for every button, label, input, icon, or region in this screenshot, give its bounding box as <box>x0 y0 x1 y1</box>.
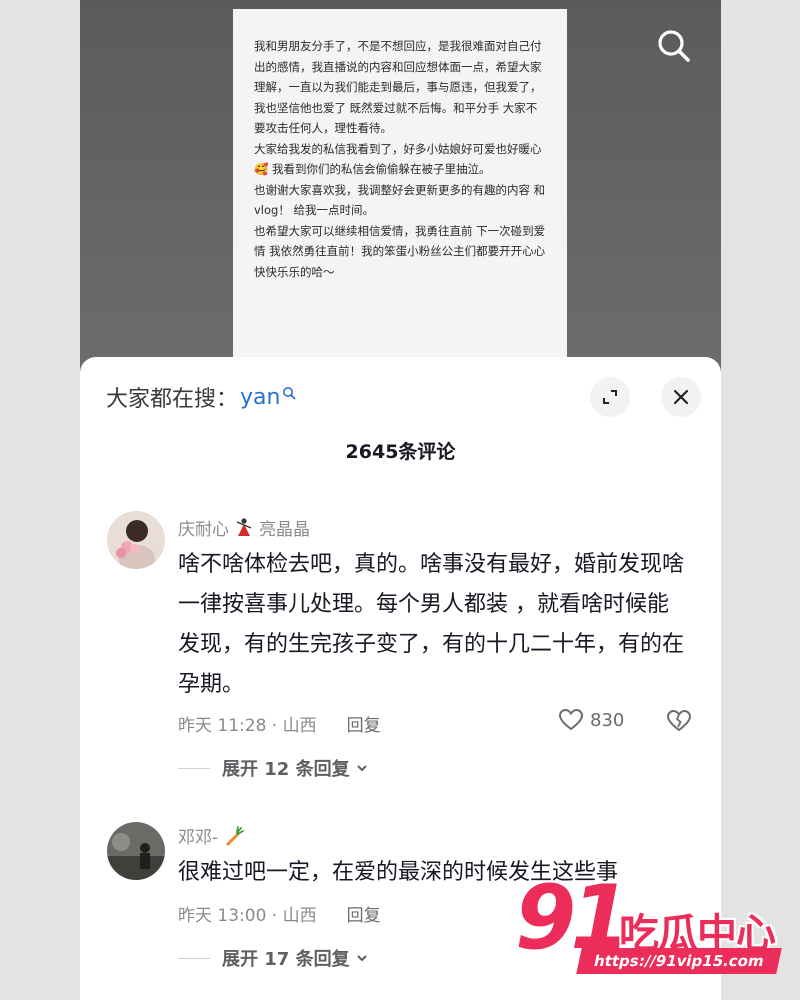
chevron-down-icon <box>356 765 367 772</box>
comment-username[interactable]: 庆耐心 亮晶晶 <box>178 515 310 540</box>
expand-replies-label: 展开 12 条回复 <box>222 759 350 780</box>
trending-search-keyword[interactable]: yan <box>240 385 280 410</box>
comment-time-location: 昨天 11:28 · 山西 <box>178 716 317 736</box>
heart-icon <box>558 708 584 731</box>
close-sheet-button[interactable] <box>661 377 701 417</box>
comment-meta: 昨天 11:28 · 山西 回复 <box>178 711 381 736</box>
comment-count: 2645条评论 <box>345 441 456 463</box>
search-icon <box>658 30 690 62</box>
expand-icon <box>603 390 617 404</box>
trending-search-prefix: 大家都在搜： <box>106 387 239 412</box>
note-paragraph-3: 也谢谢大家喜欢我，我调整好会更新更多的有趣的内容 和vlog！ 给我一点时间。 <box>254 182 546 218</box>
username-text: 庆耐心 <box>178 520 229 540</box>
watermark-url: https://91vip15.com <box>576 948 782 974</box>
dancer-emoji-icon <box>236 517 252 536</box>
close-icon <box>673 389 689 405</box>
note-paragraph-4: 也希望大家可以继续相信爱情，我勇往直前 下一次碰到爱情 我依然勇往直前！我的笨蛋… <box>254 223 546 279</box>
divider-line <box>178 767 210 769</box>
avatar[interactable] <box>107 511 165 569</box>
comment-meta: 昨天 13:00 · 山西 回复 <box>178 901 381 926</box>
avatar[interactable] <box>107 822 165 880</box>
chevron-down-icon <box>356 955 367 962</box>
like-count: 830 <box>590 709 625 731</box>
trending-search-bar[interactable]: 大家都在搜： yan <box>106 381 296 413</box>
reply-button[interactable]: 回复 <box>347 901 381 926</box>
expand-sheet-button[interactable] <box>590 377 630 417</box>
comment-time-location: 昨天 13:00 · 山西 <box>178 906 317 926</box>
comment-username[interactable]: 邓邓- <box>178 823 245 848</box>
watermark-logo: 91 吃瓜中心 https://91vip15.com <box>515 868 785 980</box>
expand-replies-label: 展开 17 条回复 <box>222 949 350 970</box>
username-suffix: 亮晶晶 <box>259 520 310 540</box>
carrot-emoji-icon <box>226 825 245 846</box>
note-paragraph-1: 我和男朋友分手了，不是不想回应，是我很难面对自己付出的感情，我直播说的内容和回应… <box>254 39 542 135</box>
divider-line <box>178 957 210 959</box>
search-button[interactable] <box>652 24 696 68</box>
like-button[interactable]: 830 <box>558 708 624 732</box>
expand-replies-button[interactable]: 展开 17 条回复 <box>178 945 370 971</box>
dislike-button[interactable] <box>666 709 692 737</box>
broken-heart-icon <box>666 709 692 732</box>
username-text: 邓邓- <box>178 828 219 848</box>
keyword-search-icon <box>283 387 296 400</box>
video-note-card: 我和男朋友分手了，不是不想回应，是我很难面对自己付出的感情，我直播说的内容和回应… <box>233 9 567 369</box>
reply-button[interactable]: 回复 <box>347 711 381 736</box>
note-paragraph-2: 大家给我发的私信我看到了，好多小姑娘好可爱也好暖心 🥰 我看到你们的私信会偷偷躲… <box>254 141 546 177</box>
phone-screen: 我和男朋友分手了，不是不想回应，是我很难面对自己付出的感情，我直播说的内容和回应… <box>80 0 721 1000</box>
expand-replies-button[interactable]: 展开 12 条回复 <box>178 755 370 781</box>
comment-text: 啥不啥体检去吧，真的。啥事没有最好，婚前发现啥一律按喜事儿处理。每个男人都装 ，… <box>178 552 685 697</box>
